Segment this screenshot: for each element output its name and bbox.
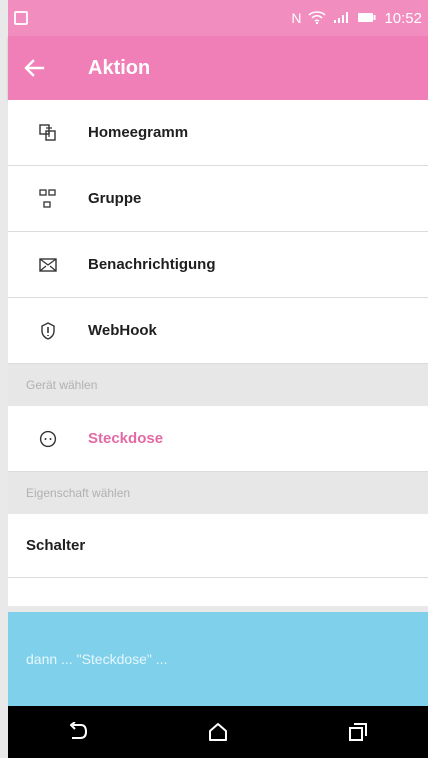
recent-apps-button[interactable] xyxy=(333,710,383,754)
list-item-label: Gruppe xyxy=(88,190,142,207)
app-bar: Aktion xyxy=(8,36,428,100)
action-summary-bar: dann ... "Steckdose" ... xyxy=(8,612,428,706)
nav-back-icon xyxy=(70,722,87,739)
nav-back-button[interactable] xyxy=(53,710,103,754)
home-icon xyxy=(209,723,227,741)
list-spacer xyxy=(8,578,428,606)
property-row-schalter[interactable]: Schalter xyxy=(8,514,428,578)
group-icon xyxy=(8,188,88,209)
page-title: Aktion xyxy=(88,56,151,79)
back-button[interactable] xyxy=(8,36,60,100)
nfc-icon: N xyxy=(291,10,302,26)
battery-icon xyxy=(357,11,377,25)
list-item-label: Homeegramm xyxy=(88,124,189,141)
webhook-icon xyxy=(8,321,88,340)
homeegram-icon xyxy=(8,123,88,142)
list-item-gruppe[interactable]: Gruppe xyxy=(8,166,428,232)
wifi-icon xyxy=(308,10,327,26)
device-section-header: Gerät wählen xyxy=(8,364,428,406)
property-label: Schalter xyxy=(26,537,86,554)
selected-device-row[interactable]: Steckdose xyxy=(8,406,428,472)
phone-screen: N 10:52 Aktion Homeegramm Gruppe Benachr… xyxy=(0,0,428,758)
navigation-bar xyxy=(8,706,428,758)
back-arrow-icon xyxy=(24,59,45,77)
property-section-header: Eigenschaft wählen xyxy=(8,472,428,514)
action-summary-text: dann ... "Steckdose" ... xyxy=(26,651,168,667)
device-icon xyxy=(14,11,28,25)
socket-icon xyxy=(8,430,88,448)
list-item-label: WebHook xyxy=(88,322,157,339)
list-item-label: Benachrichtigung xyxy=(88,256,216,273)
envelope-icon xyxy=(8,257,88,272)
status-bar: N 10:52 xyxy=(8,0,428,36)
recent-apps-icon xyxy=(349,723,367,741)
signal-icon xyxy=(333,11,350,26)
selected-device-label: Steckdose xyxy=(88,430,164,447)
clock: 10:52 xyxy=(384,9,422,27)
status-icons: N 10:52 xyxy=(291,10,422,27)
list-item-webhook[interactable]: WebHook xyxy=(8,298,428,364)
home-button[interactable] xyxy=(193,710,243,754)
list-item-homeegramm[interactable]: Homeegramm xyxy=(8,100,428,166)
list-item-benachrichtigung[interactable]: Benachrichtigung xyxy=(8,232,428,298)
